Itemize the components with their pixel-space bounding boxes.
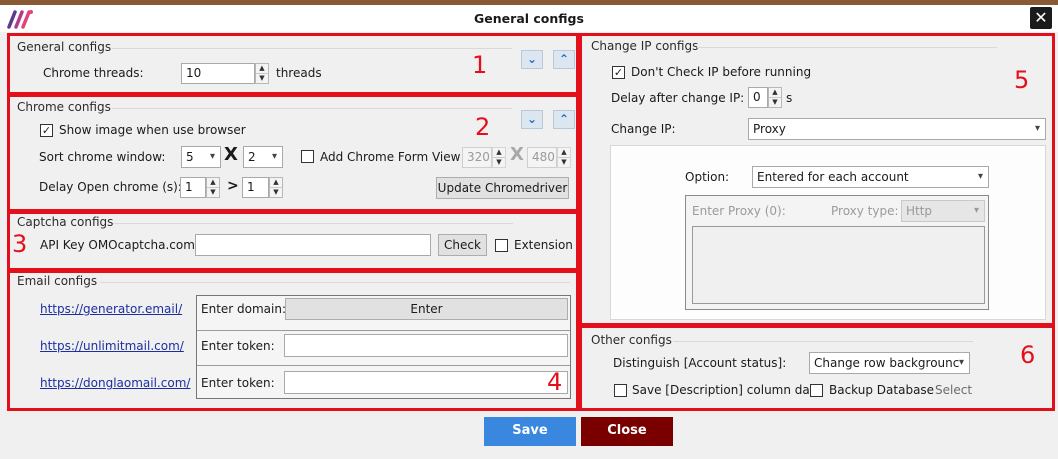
select-backup-link[interactable]: Select xyxy=(935,383,972,397)
chrome-threads-label: Chrome threads: xyxy=(43,66,144,80)
update-chromedriver-button[interactable]: Update Chromedriver xyxy=(436,177,569,199)
donglaomail-token-input[interactable] xyxy=(284,371,568,394)
save-description-checkbox[interactable] xyxy=(614,384,627,397)
group-divider xyxy=(112,108,512,109)
add-form-view-checkbox[interactable] xyxy=(301,150,314,163)
threads-unit-label: threads xyxy=(276,66,322,80)
section-number-5: 5 xyxy=(1014,66,1030,94)
show-image-label: Show image when use browser xyxy=(59,123,246,137)
delay-max-stepper[interactable]: ▲ ▼ xyxy=(269,177,283,198)
section-number-4: 4 xyxy=(547,368,563,396)
chrome-threads-stepper[interactable]: ▲ ▼ xyxy=(255,63,269,84)
section-number-1: 1 xyxy=(472,51,488,79)
form-height-input[interactable]: 480 xyxy=(527,147,557,168)
dont-check-ip-checkbox[interactable]: ✓ xyxy=(612,66,625,79)
chrome-threads-input[interactable]: 10 xyxy=(181,63,255,84)
proxy-list-textarea[interactable] xyxy=(692,226,985,304)
group-divider xyxy=(673,341,973,342)
save-description-label: Save [Description] column data xyxy=(632,383,822,397)
change-ip-select[interactable]: Proxy ▾ xyxy=(748,118,1046,140)
collapse-down-button[interactable]: ⌄ xyxy=(521,110,543,129)
generator-email-link[interactable]: https://generator.email/ xyxy=(40,302,182,316)
show-image-checkbox[interactable]: ✓ xyxy=(40,124,53,137)
unlimitmail-link[interactable]: https://unlimitmail.com/ xyxy=(40,339,184,353)
unlimitmail-token-input[interactable] xyxy=(284,334,568,357)
enter-token-label: Enter token: xyxy=(201,376,275,390)
add-form-view-label: Add Chrome Form View xyxy=(320,150,461,164)
sort-multiply-label: X xyxy=(224,144,238,165)
check-button[interactable]: Check xyxy=(438,234,487,256)
extension-label: Extension xyxy=(514,238,573,252)
sort-rows-select[interactable]: 2 ▾ xyxy=(243,146,283,168)
collapse-down-button[interactable]: ⌄ xyxy=(521,50,543,69)
sort-window-label: Sort chrome window: xyxy=(39,150,166,164)
form-height-stepper[interactable]: ▲ ▼ xyxy=(557,147,571,168)
save-button[interactable]: Save xyxy=(484,417,576,446)
backup-database-checkbox[interactable] xyxy=(810,384,823,397)
change-ip-configs-label: Change IP configs xyxy=(591,39,699,53)
delay-unit-label: s xyxy=(786,91,793,105)
delay-change-ip-input[interactable]: 0 xyxy=(748,87,768,108)
enter-proxy-label: Enter Proxy (0): xyxy=(692,204,786,218)
delay-change-ip-stepper[interactable]: ▲ ▼ xyxy=(768,87,782,108)
group-divider xyxy=(697,47,997,48)
donglaomail-link[interactable]: https://donglaomail.com/ xyxy=(40,376,190,390)
enter-domain-button[interactable]: Enter xyxy=(285,298,568,320)
delay-min-stepper[interactable]: ▲ ▼ xyxy=(206,177,220,198)
group-divider xyxy=(113,223,513,224)
collapse-up-button[interactable]: ⌃ xyxy=(553,110,575,129)
extension-checkbox[interactable] xyxy=(495,239,508,252)
sort-columns-select[interactable]: 5 ▾ xyxy=(181,146,221,168)
window-title: General configs xyxy=(474,11,584,26)
group-divider xyxy=(100,282,570,283)
section-number-2: 2 xyxy=(475,113,491,141)
proxy-type-select[interactable]: Http ▾ xyxy=(901,200,985,222)
option-label: Option: xyxy=(685,170,730,184)
general-configs-label: General configs xyxy=(17,40,112,54)
email-configs-label: Email configs xyxy=(17,274,98,288)
close-icon[interactable]: ✕ xyxy=(1030,7,1052,29)
delay-open-label: Delay Open chrome (s): xyxy=(39,180,182,194)
grid-divider xyxy=(197,365,570,366)
captcha-api-input[interactable] xyxy=(195,234,431,256)
distinguish-status-label: Distinguish [Account status]: xyxy=(613,356,787,370)
backup-database-label: Backup Database xyxy=(829,383,935,397)
form-width-stepper[interactable]: ▲ ▼ xyxy=(492,147,506,168)
distinguish-status-select[interactable]: Change row backgrounc ▾ xyxy=(809,352,970,374)
proxy-type-label: Proxy type: xyxy=(831,204,899,218)
other-configs-label: Other configs xyxy=(591,333,672,347)
form-multiply-label: X xyxy=(510,144,524,165)
delay-max-input[interactable]: 1 xyxy=(242,177,269,198)
close-button[interactable]: Close xyxy=(581,417,673,446)
captcha-configs-label: Captcha configs xyxy=(17,215,114,229)
grid-divider xyxy=(197,330,570,331)
option-select[interactable]: Entered for each account ▾ xyxy=(752,166,989,188)
captcha-api-label: API Key OMOcaptcha.com: xyxy=(40,238,199,252)
chrome-configs-label: Chrome configs xyxy=(17,100,111,114)
enter-token-label: Enter token: xyxy=(201,339,275,353)
delay-change-ip-label: Delay after change IP: xyxy=(611,91,745,105)
delay-greater-label: > xyxy=(227,178,239,194)
enter-domain-label: Enter domain: xyxy=(201,302,287,316)
delay-min-input[interactable]: 1 xyxy=(180,177,206,198)
section-number-6: 6 xyxy=(1020,341,1036,369)
section-number-3: 3 xyxy=(12,230,28,258)
dont-check-ip-label: Don't Check IP before running xyxy=(631,65,812,79)
form-width-input[interactable]: 320 xyxy=(462,147,492,168)
change-ip-label: Change IP: xyxy=(611,122,676,136)
collapse-up-button[interactable]: ⌃ xyxy=(553,50,575,69)
group-divider xyxy=(112,48,512,49)
